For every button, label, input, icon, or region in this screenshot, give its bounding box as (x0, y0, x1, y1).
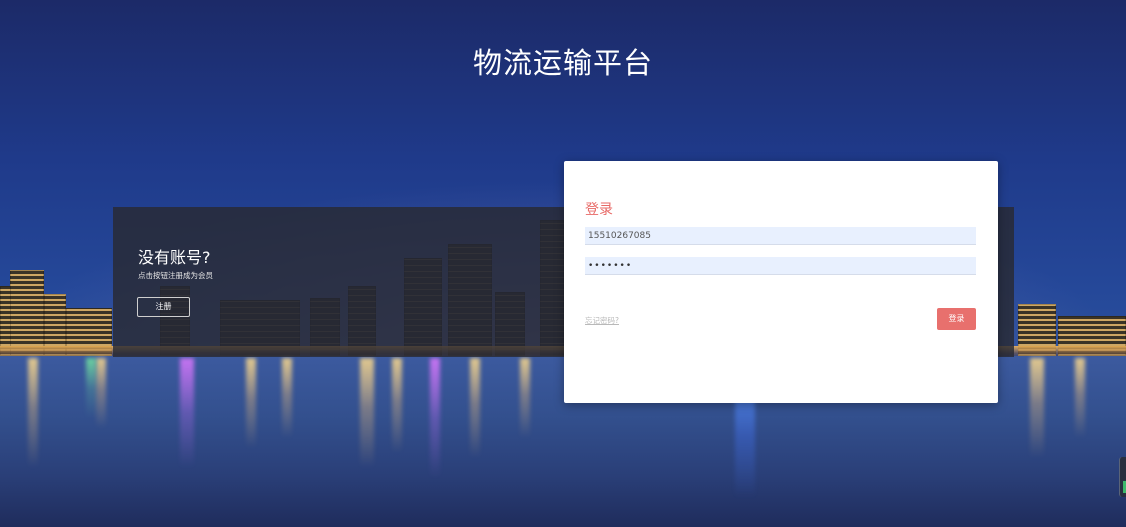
light-reflection (246, 358, 256, 448)
light-reflection (520, 358, 530, 438)
phone-input[interactable]: 15510267085 (585, 227, 976, 245)
light-reflection (86, 358, 96, 418)
register-hint: 点击按钮注册成为会员 (138, 271, 213, 280)
light-reflection (392, 358, 402, 453)
light-reflection (180, 358, 194, 468)
light-reflection (282, 358, 292, 438)
building (10, 270, 44, 356)
side-widget-tab[interactable] (1119, 457, 1126, 497)
light-reflection (360, 358, 374, 468)
light-reflection (470, 358, 480, 458)
register-button[interactable]: 注册 (137, 297, 190, 317)
forgot-password-link[interactable]: 忘记密码? (585, 315, 619, 326)
light-reflection (1030, 358, 1044, 458)
light-reflection (96, 358, 106, 428)
light-reflection (28, 358, 38, 468)
login-heading: 登录 (585, 202, 613, 218)
password-input[interactable]: ••••••• (585, 257, 976, 275)
light-reflection (430, 358, 440, 478)
no-account-heading: 没有账号? (138, 248, 211, 267)
page-title: 物流运输平台 (472, 46, 653, 80)
login-card: 登录 15510267085 ••••••• 忘记密码? 登录 (564, 161, 998, 403)
login-page-background: 物流运输平台 没有账号? 点击按钮注册成为会员 注册 登录 1551026708… (0, 0, 1126, 527)
login-button[interactable]: 登录 (937, 308, 976, 330)
light-reflection (1075, 358, 1085, 438)
